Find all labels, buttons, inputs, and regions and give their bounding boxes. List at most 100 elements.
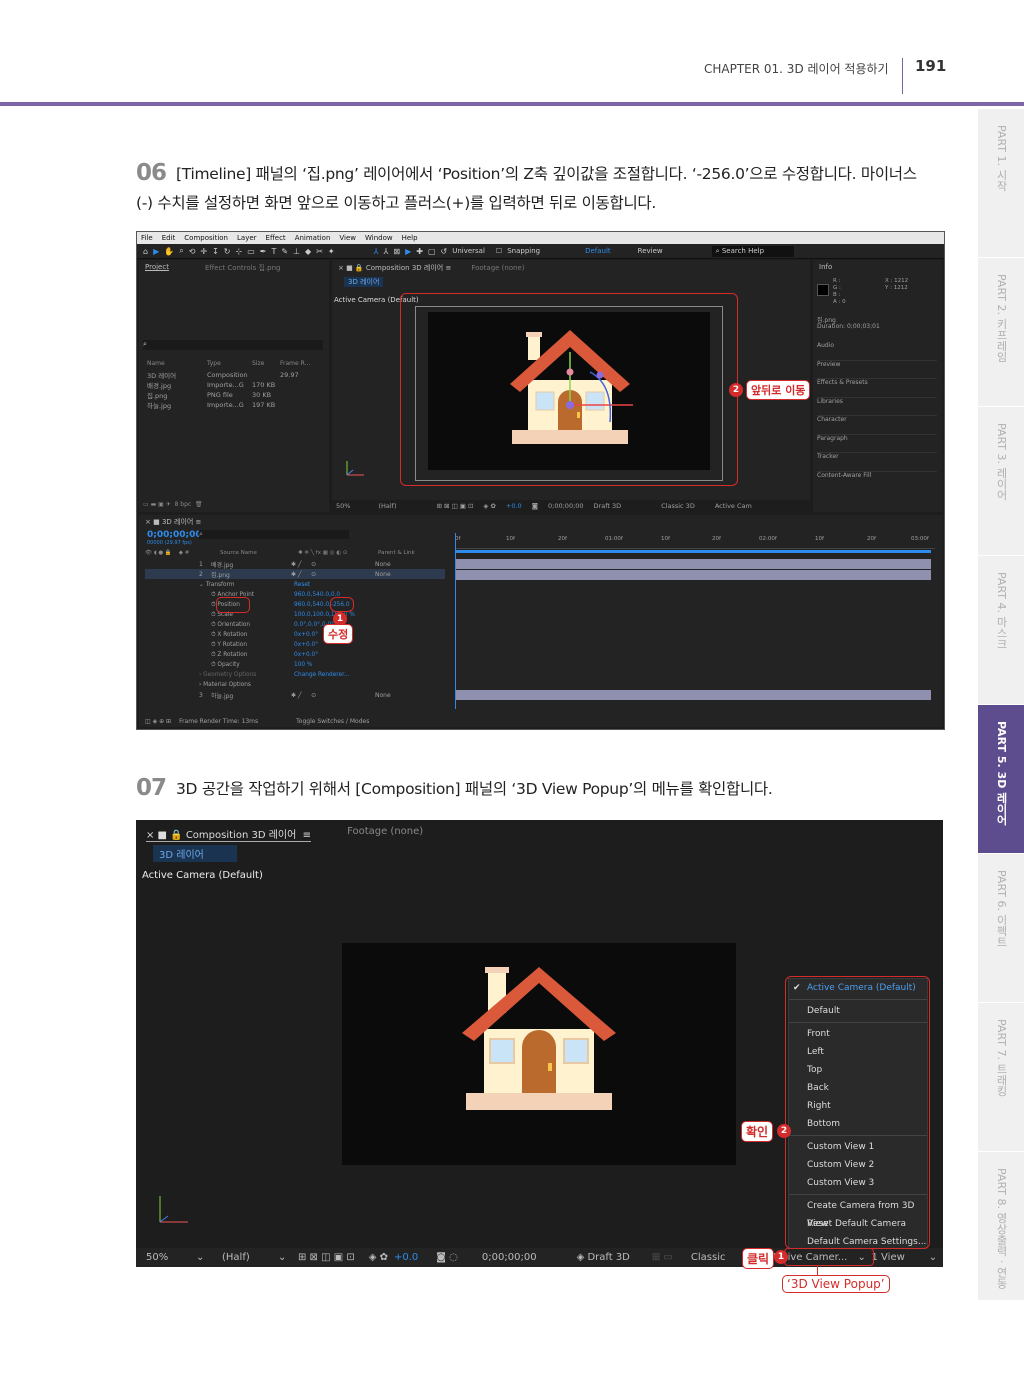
universal-tool-icon[interactable]: ▶ (405, 247, 411, 256)
col-source-name[interactable]: Source Name (220, 550, 298, 556)
exposure-value[interactable]: +0.0 (394, 1252, 418, 1263)
timeline-search-input[interactable]: ⌕ (199, 530, 349, 539)
menu-composition[interactable]: Composition (184, 234, 228, 242)
color-icon[interactable]: ◈ ✿ (483, 502, 496, 510)
renderer-label[interactable]: Classic 3D (661, 502, 695, 510)
home-icon[interactable]: ⌂ (143, 247, 148, 256)
draft-3d-toggle[interactable]: Draft 3D (594, 502, 622, 510)
universal-box-icon[interactable]: ▢ (428, 247, 436, 256)
orbit-tool-icon[interactable]: ⟲ (189, 247, 196, 256)
prop-value[interactable]: Reset (294, 580, 310, 590)
list-item[interactable]: 하늘.jpg Importe...G 197 KB (147, 400, 323, 410)
property-row[interactable]: ⌄ Transform Reset (199, 580, 459, 590)
menu-layer[interactable]: Layer (237, 234, 257, 242)
footer-icons[interactable]: ◫ ◈ ⊕ ⊞ (145, 718, 171, 725)
universal-move-icon[interactable]: ✚ (416, 247, 423, 256)
layout-icons[interactable]: ⊞ ▭ (652, 1252, 673, 1263)
time-ruler[interactable]: 0f 10f 20f 01:00f 10f 20f 02:00f 10f 20f… (455, 536, 935, 549)
roto-tool-icon[interactable]: ✂ (316, 247, 323, 256)
layer-parent[interactable]: None (375, 561, 391, 568)
panel-audio[interactable]: Audio (817, 342, 937, 361)
list-item[interactable]: 배경.jpg Importe...G 170 KB (147, 380, 323, 390)
col-frame-rate[interactable]: Frame R... (280, 360, 310, 367)
property-row[interactable]: ⏱ Opacity 100 % (199, 660, 459, 670)
view-dropdown[interactable]: Active Cam (715, 502, 752, 510)
property-row[interactable]: › Geometry Options Change Renderer... (199, 670, 459, 680)
menu-edit[interactable]: Edit (162, 234, 176, 242)
workspace-review[interactable]: Review (638, 247, 663, 255)
pin-tool-icon[interactable]: ✦ (328, 247, 335, 256)
comp-viewer[interactable] (342, 943, 736, 1165)
panel-character[interactable]: Character (817, 416, 937, 435)
side-tab-part2[interactable]: PART 2. 키프레임 (978, 257, 1024, 406)
axis-world-icon[interactable]: ⅄ (383, 247, 388, 256)
rotate-tool-icon[interactable]: ↻ (224, 247, 231, 256)
bpc-label[interactable]: 8 bpc (175, 501, 192, 508)
brush-tool-icon[interactable]: ✎ (281, 247, 288, 256)
side-tab-part4[interactable]: PART 4. 마스크 (978, 555, 1024, 704)
channel-icon[interactable]: ◈ ✿ (369, 1252, 388, 1263)
grid-icons[interactable]: ⊞ ⊠ ◫ ▣ ⊡ (298, 1252, 355, 1263)
side-tab-part3[interactable]: PART 3. 레이어 (978, 406, 1024, 555)
clone-tool-icon[interactable]: ⊥ (293, 247, 300, 256)
renderer-label[interactable]: Classic (691, 1252, 726, 1263)
toggle-switches-modes[interactable]: Toggle Switches / Modes (296, 718, 369, 725)
grid-icons[interactable]: ⊞ ⊠ ◫ ▣ ⊡ (437, 502, 474, 510)
layer-parent[interactable]: None (375, 571, 391, 578)
side-tab-part1[interactable]: PART 1. 시작 (978, 108, 1024, 257)
col-size[interactable]: Size (252, 360, 280, 367)
snapshot-icon[interactable]: ◙ ◌ (436, 1252, 458, 1263)
pan-tool-icon[interactable]: ✛ (200, 247, 207, 256)
col-type[interactable]: Type (207, 360, 252, 367)
comp-subtab[interactable]: 3D 레이어 (153, 845, 237, 862)
side-tab-part8[interactable]: PART 8. 영상출력 · 연동 (978, 1151, 1024, 1300)
axis-view-icon[interactable]: ⊠ (393, 247, 400, 256)
time-display[interactable]: 0;00;00;00 (482, 1252, 537, 1263)
layer-bar-3[interactable] (455, 690, 931, 700)
menu-file[interactable]: File (141, 234, 153, 242)
col-parent[interactable]: Parent & Link (378, 550, 415, 556)
eraser-tool-icon[interactable]: ◆ (305, 247, 311, 256)
selection-tool-icon[interactable]: ▶ (153, 247, 159, 256)
effect-controls-tab[interactable]: Effect Controls 집.png (205, 263, 281, 273)
list-item[interactable]: 3D 레이어 Composition 29.97 (147, 370, 323, 380)
panel-libraries[interactable]: Libraries (817, 398, 937, 416)
project-search-input[interactable]: ⌕ (143, 340, 323, 350)
hand-tool-icon[interactable]: ✋ (164, 247, 174, 256)
resolution-dropdown[interactable]: (Half) (222, 1252, 278, 1263)
workspace-default[interactable]: Default (585, 247, 611, 255)
zoom-tool-icon[interactable]: ⌕ (179, 246, 183, 256)
menu-view[interactable]: View (339, 234, 356, 242)
table-row[interactable]: 2 집.png ✱ ╱ ⊙ None (145, 569, 445, 579)
search-help-input[interactable]: ⌕ Search Help (711, 245, 795, 257)
property-row[interactable]: ⏱ Z Rotation 0x+0.0° (199, 650, 459, 660)
rect-tool-icon[interactable]: ▭ (247, 247, 255, 256)
prop-value[interactable]: 100 % (294, 660, 312, 670)
col-name[interactable]: Name (147, 360, 207, 367)
layer-parent[interactable]: None (375, 692, 391, 699)
property-row[interactable]: › Material Options (199, 680, 459, 690)
prop-value[interactable]: 0x+0.0° (294, 630, 318, 640)
axis-local-icon[interactable]: ⅄ (374, 247, 379, 256)
side-tab-part6[interactable]: PART 6. 이펙트 (978, 853, 1024, 1002)
menu-window[interactable]: Window (365, 234, 393, 242)
comp-subtab[interactable]: 3D 레이어 (344, 277, 384, 287)
resolution-dropdown[interactable]: (Half) (378, 502, 396, 510)
table-row[interactable]: 3 하늘.jpg ✱ ╱ ⊙ None (145, 690, 445, 700)
dolly-tool-icon[interactable]: ↧ (212, 247, 219, 256)
list-item[interactable]: 집.png PNG file 30 KB (147, 390, 323, 400)
time-display[interactable]: 0;00;00;00 (548, 502, 584, 510)
panel-effects-presets[interactable]: Effects & Presets (817, 379, 937, 398)
layer-bar-1[interactable] (455, 559, 931, 569)
timecode-display[interactable]: 0;00;00;00 (147, 530, 202, 540)
footage-tab[interactable]: Footage (none) (471, 264, 524, 272)
snapping-checkbox[interactable]: ☐ (496, 247, 502, 255)
table-row[interactable]: 1 배경.jpg ✱ ╱ ⊙ None (145, 559, 445, 569)
layer-bar-2[interactable] (455, 570, 931, 580)
exposure-value[interactable]: +0.0 (506, 502, 522, 510)
timeline-tab[interactable]: × ■ 3D 레이어 ≡ (139, 515, 942, 529)
view-layout-dropdown[interactable]: 1 View (872, 1252, 905, 1263)
menu-effect[interactable]: Effect (266, 234, 286, 242)
zoom-dropdown[interactable]: 50% (336, 502, 350, 510)
type-tool-icon[interactable]: T (271, 247, 276, 256)
